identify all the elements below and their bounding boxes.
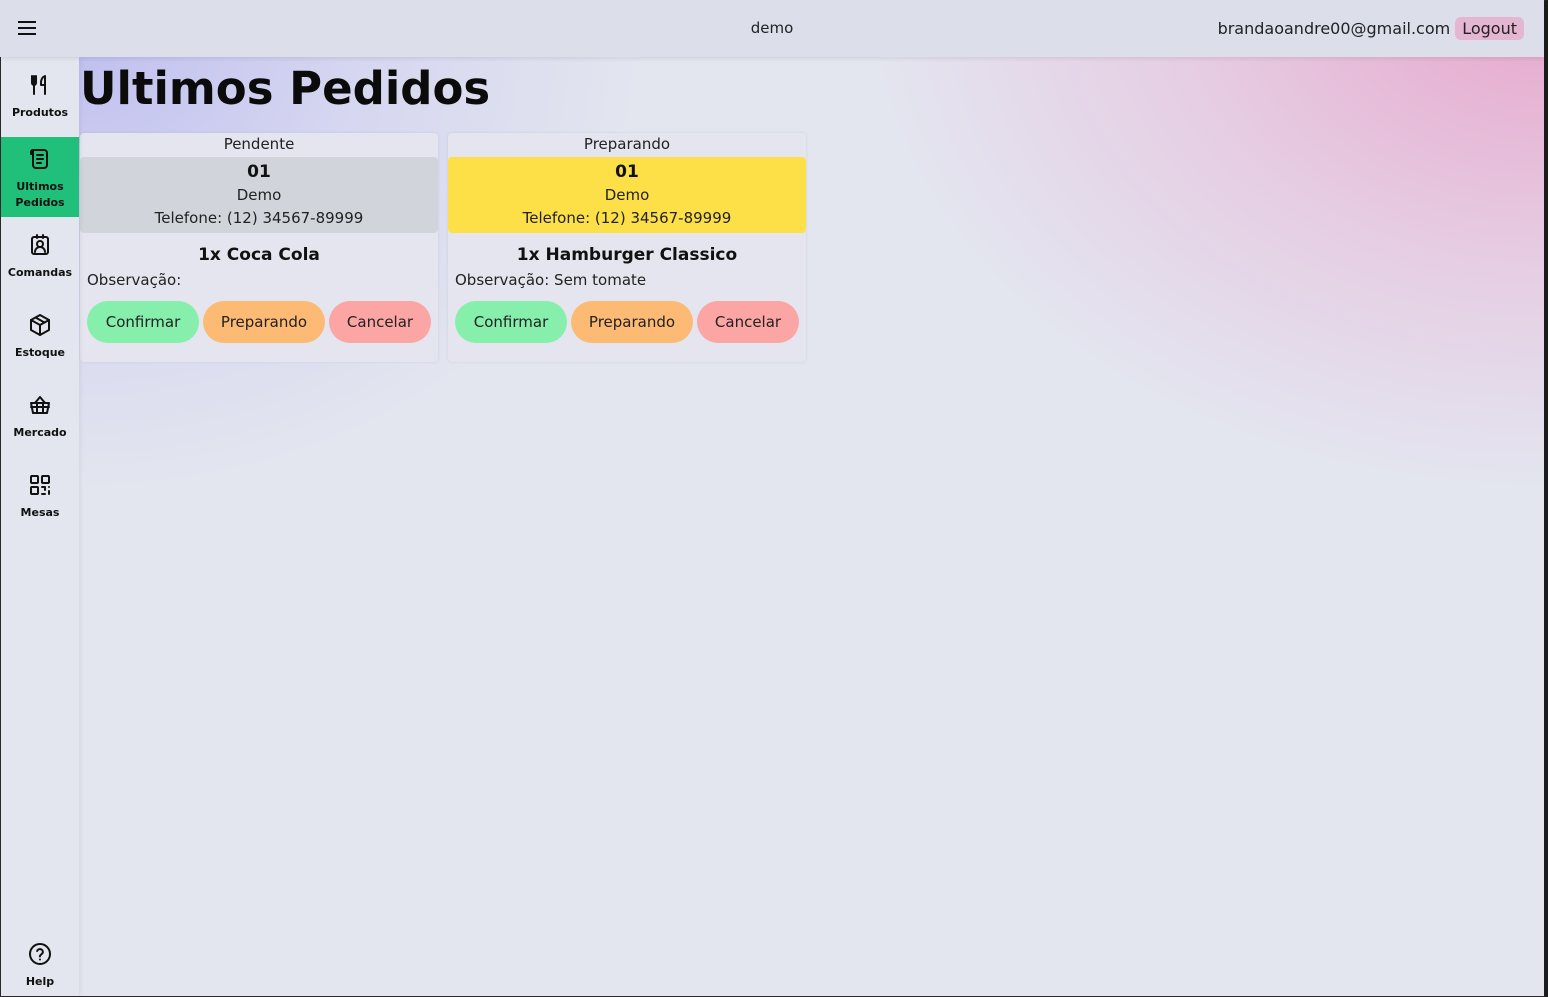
order-item: 1x Coca Cola bbox=[198, 245, 320, 265]
box-icon bbox=[28, 313, 52, 341]
order-phone: Telefone: (12) 34567-89999 bbox=[154, 209, 364, 227]
order-status: Preparando bbox=[583, 135, 671, 153]
qrcode-icon bbox=[28, 473, 52, 501]
confirm-button[interactable]: Confirmar bbox=[87, 301, 199, 343]
sidebar-item-label: Mesas bbox=[20, 506, 60, 519]
sidebar-item-produtos[interactable]: Produtos bbox=[1, 73, 79, 123]
user-area: brandaoandre00@gmail.com Logout bbox=[1218, 17, 1524, 40]
order-phone: Telefone: (12) 34567-89999 bbox=[522, 209, 732, 227]
order-client: Demo bbox=[604, 186, 650, 204]
top-bar: demo brandaoandre00@gmail.com Logout bbox=[0, 0, 1544, 57]
orders-list: Pendente 01 Demo Telefone: (12) 34567-89… bbox=[80, 133, 806, 362]
order-card: Pendente 01 Demo Telefone: (12) 34567-89… bbox=[80, 133, 438, 362]
preparing-button[interactable]: Preparando bbox=[571, 301, 693, 343]
order-observation: Observação: Sem tomate bbox=[455, 271, 647, 289]
page-title: Ultimos Pedidos bbox=[80, 62, 491, 115]
cancel-button[interactable]: Cancelar bbox=[697, 301, 799, 343]
order-number: 01 bbox=[615, 162, 639, 182]
confirm-button[interactable]: Confirmar bbox=[455, 301, 567, 343]
sidebar-item-label: Mercado bbox=[13, 426, 67, 439]
help-circle-icon bbox=[28, 942, 52, 970]
sidebar-item-ultimos-pedidos[interactable]: Ultimos Pedidos bbox=[1, 137, 79, 217]
sidebar-item-label: Estoque bbox=[14, 346, 66, 359]
order-observation: Observação: bbox=[87, 271, 182, 289]
order-item: 1x Hamburger Classico bbox=[516, 245, 738, 265]
preparing-button[interactable]: Preparando bbox=[203, 301, 325, 343]
utensils-icon bbox=[28, 73, 52, 101]
order-header: 01 Demo Telefone: (12) 34567-89999 bbox=[448, 157, 806, 233]
sidebar-item-estoque[interactable]: Estoque bbox=[1, 313, 79, 363]
receipt-icon bbox=[28, 147, 52, 175]
sidebar-item-label: Comandas bbox=[7, 266, 73, 279]
sidebar-item-mesas[interactable]: Mesas bbox=[1, 473, 79, 523]
basket-icon bbox=[28, 393, 52, 421]
order-actions: Confirmar Preparando Cancelar bbox=[87, 301, 438, 343]
order-header: 01 Demo Telefone: (12) 34567-89999 bbox=[80, 157, 438, 233]
order-card: Preparando 01 Demo Telefone: (12) 34567-… bbox=[448, 133, 806, 362]
user-email: brandaoandre00@gmail.com bbox=[1217, 19, 1451, 38]
sidebar-item-label: Help bbox=[25, 975, 55, 988]
sidebar-item-label: Produtos bbox=[11, 106, 69, 119]
sidebar-item-help[interactable]: Help bbox=[1, 942, 79, 988]
logout-button[interactable]: Logout bbox=[1455, 17, 1524, 40]
sidebar-item-mercado[interactable]: Mercado bbox=[1, 393, 79, 443]
user-card-icon bbox=[28, 233, 52, 261]
order-actions: Confirmar Preparando Cancelar bbox=[455, 301, 806, 343]
order-client: Demo bbox=[236, 186, 282, 204]
order-number: 01 bbox=[247, 162, 271, 182]
sidebar-item-label: Ultimos Pedidos bbox=[15, 180, 65, 209]
sidebar-item-comandas[interactable]: Comandas bbox=[1, 233, 79, 283]
cancel-button[interactable]: Cancelar bbox=[329, 301, 431, 343]
order-status: Pendente bbox=[223, 135, 295, 153]
sidebar: Produtos Ultimos Pedidos Comandas Estoqu… bbox=[1, 57, 79, 996]
